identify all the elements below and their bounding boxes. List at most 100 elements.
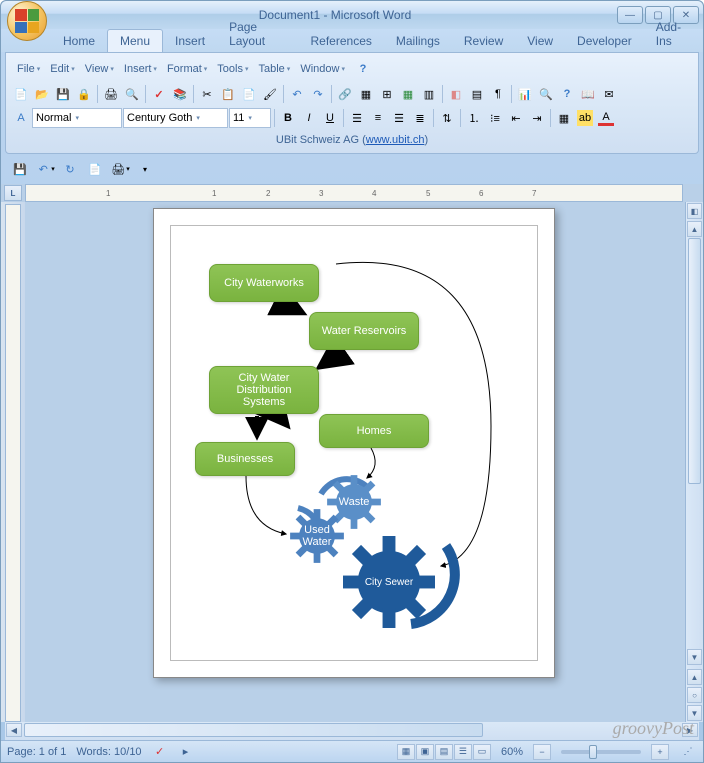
scroll-h-track[interactable] — [24, 723, 680, 737]
word-count-status[interactable]: Words: 10/10 — [76, 746, 141, 758]
menu-help[interactable]: ? — [351, 58, 375, 80]
insert-excel-button[interactable]: ▦ — [398, 84, 418, 104]
new-doc-button[interactable]: 📄 — [11, 84, 31, 104]
tab-insert[interactable]: Insert — [163, 30, 217, 52]
page-status[interactable]: Page: 1 of 1 — [7, 746, 66, 758]
hyperlink-button[interactable]: 🔗 — [335, 84, 355, 104]
help2-button[interactable]: ? — [557, 84, 577, 104]
qat-redo-button[interactable]: ↻ — [59, 158, 81, 180]
qat-print-button[interactable]: 🖨▾ — [109, 158, 131, 180]
increase-indent-button[interactable]: ⇥ — [527, 108, 547, 128]
qat-new-button[interactable]: 📄 — [84, 158, 106, 180]
scroll-left-button[interactable]: ◀ — [6, 723, 22, 737]
bold-button[interactable]: B — [278, 108, 298, 128]
copy-button[interactable]: 📋 — [218, 84, 238, 104]
tab-menu[interactable]: Menu — [107, 29, 163, 52]
style-combo[interactable]: Normal▾ — [32, 108, 122, 128]
tab-view[interactable]: View — [515, 30, 565, 52]
font-color-button[interactable]: A — [596, 108, 616, 128]
office-button[interactable] — [7, 1, 47, 41]
print-preview-button[interactable]: 🔍 — [122, 84, 142, 104]
qat-customize-button[interactable]: ▾ — [134, 158, 156, 180]
align-center-button[interactable]: ≡ — [368, 108, 388, 128]
print-layout-view-button[interactable]: ▦ — [397, 744, 415, 760]
columns-button[interactable]: ▥ — [419, 84, 439, 104]
read-button[interactable]: 📖 — [578, 84, 598, 104]
ruler-corner-button[interactable]: L — [4, 185, 22, 201]
browse-object-button[interactable]: ○ — [687, 687, 702, 703]
diagram-box-reservoirs[interactable]: Water Reservoirs — [309, 312, 419, 350]
proofing-status[interactable]: ✓ — [152, 744, 168, 760]
qat-save-button[interactable]: 💾 — [9, 158, 31, 180]
format-painter-button[interactable]: 🖌 — [260, 84, 280, 104]
scroll-down-button[interactable]: ▼ — [687, 649, 702, 665]
ruler-toggle-button[interactable]: ◧ — [687, 203, 702, 219]
diagram-canvas[interactable]: City Waterworks Water Reservoirs City Wa… — [170, 225, 538, 661]
tab-page-layout[interactable]: Page Layout — [217, 16, 298, 52]
menu-edit[interactable]: Edit▾ — [46, 60, 78, 78]
save-button[interactable]: 💾 — [53, 84, 73, 104]
resize-grip[interactable]: ⋰ — [679, 744, 697, 760]
insert-chart-button[interactable]: 📊 — [515, 84, 535, 104]
minimize-button[interactable]: ― — [617, 6, 643, 24]
redo-button[interactable]: ↷ — [308, 84, 328, 104]
zoom-in-button[interactable]: + — [651, 744, 669, 760]
tab-references[interactable]: References — [299, 30, 384, 52]
page[interactable]: City Waterworks Water Reservoirs City Wa… — [153, 208, 555, 678]
fullscreen-view-button[interactable]: ▣ — [416, 744, 434, 760]
spellcheck-button[interactable]: ✓ — [149, 84, 169, 104]
docmap-button[interactable]: ▤ — [467, 84, 487, 104]
scroll-track[interactable] — [686, 238, 703, 648]
align-justify-button[interactable]: ≣ — [410, 108, 430, 128]
menu-format[interactable]: Format▾ — [163, 60, 211, 78]
align-right-button[interactable]: ☰ — [389, 108, 409, 128]
menu-insert[interactable]: Insert▾ — [120, 60, 161, 78]
diagram-gear-usedwater[interactable]: Used Water — [289, 508, 345, 564]
company-link[interactable]: www.ubit.ch — [366, 134, 425, 146]
scroll-thumb[interactable] — [688, 238, 701, 484]
paste-button[interactable]: 📄 — [239, 84, 259, 104]
menu-view[interactable]: View▾ — [81, 60, 118, 78]
styles-button[interactable]: A — [11, 108, 31, 128]
tab-review[interactable]: Review — [452, 30, 515, 52]
web-view-button[interactable]: ▤ — [435, 744, 453, 760]
research-button[interactable]: 📚 — [170, 84, 190, 104]
line-spacing-button[interactable]: ⇅ — [437, 108, 457, 128]
cut-button[interactable]: ✂ — [197, 84, 217, 104]
menu-window[interactable]: Window▾ — [296, 60, 349, 78]
drawing-button[interactable]: ◧ — [446, 84, 466, 104]
zoom-combo-button[interactable]: 🔍 — [536, 84, 556, 104]
insert-table-button[interactable]: ⊞ — [377, 84, 397, 104]
bullets-button[interactable]: ⁝≡ — [485, 108, 505, 128]
tab-developer[interactable]: Developer — [565, 30, 644, 52]
scroll-h-thumb[interactable] — [24, 723, 483, 737]
show-para-button[interactable]: ¶ — [488, 84, 508, 104]
diagram-gear-citysewer[interactable]: City Sewer — [343, 536, 435, 628]
menu-table[interactable]: Table▾ — [255, 60, 295, 78]
outline-view-button[interactable]: ☰ — [454, 744, 472, 760]
underline-button[interactable]: U — [320, 108, 340, 128]
diagram-box-distribution[interactable]: City Water Distribution Systems — [209, 366, 319, 414]
undo-button[interactable]: ↶ — [287, 84, 307, 104]
vertical-ruler[interactable] — [1, 202, 25, 722]
italic-button[interactable]: I — [299, 108, 319, 128]
zoom-percent[interactable]: 60% — [501, 746, 523, 758]
tab-addins[interactable]: Add-Ins — [644, 16, 703, 52]
decrease-indent-button[interactable]: ⇤ — [506, 108, 526, 128]
menu-tools[interactable]: Tools▾ — [213, 60, 252, 78]
diagram-box-businesses[interactable]: Businesses — [195, 442, 295, 476]
envelope-button[interactable]: ✉ — [599, 84, 619, 104]
tab-mailings[interactable]: Mailings — [384, 30, 452, 52]
font-combo[interactable]: Century Goth▾ — [123, 108, 228, 128]
zoom-out-button[interactable]: − — [533, 744, 551, 760]
diagram-box-waterworks[interactable]: City Waterworks — [209, 264, 319, 302]
numbering-button[interactable]: ⒈ — [464, 108, 484, 128]
fontsize-combo[interactable]: 11▾ — [229, 108, 271, 128]
permission-button[interactable]: 🔒 — [74, 84, 94, 104]
draft-view-button[interactable]: ▭ — [473, 744, 491, 760]
horizontal-ruler[interactable]: 1 1 2 3 4 5 6 7 — [25, 184, 683, 202]
tables-borders-button[interactable]: ▦ — [356, 84, 376, 104]
tab-home[interactable]: Home — [51, 30, 107, 52]
zoom-slider[interactable] — [561, 750, 641, 754]
browse-prev-button[interactable]: ▲ — [687, 669, 702, 685]
